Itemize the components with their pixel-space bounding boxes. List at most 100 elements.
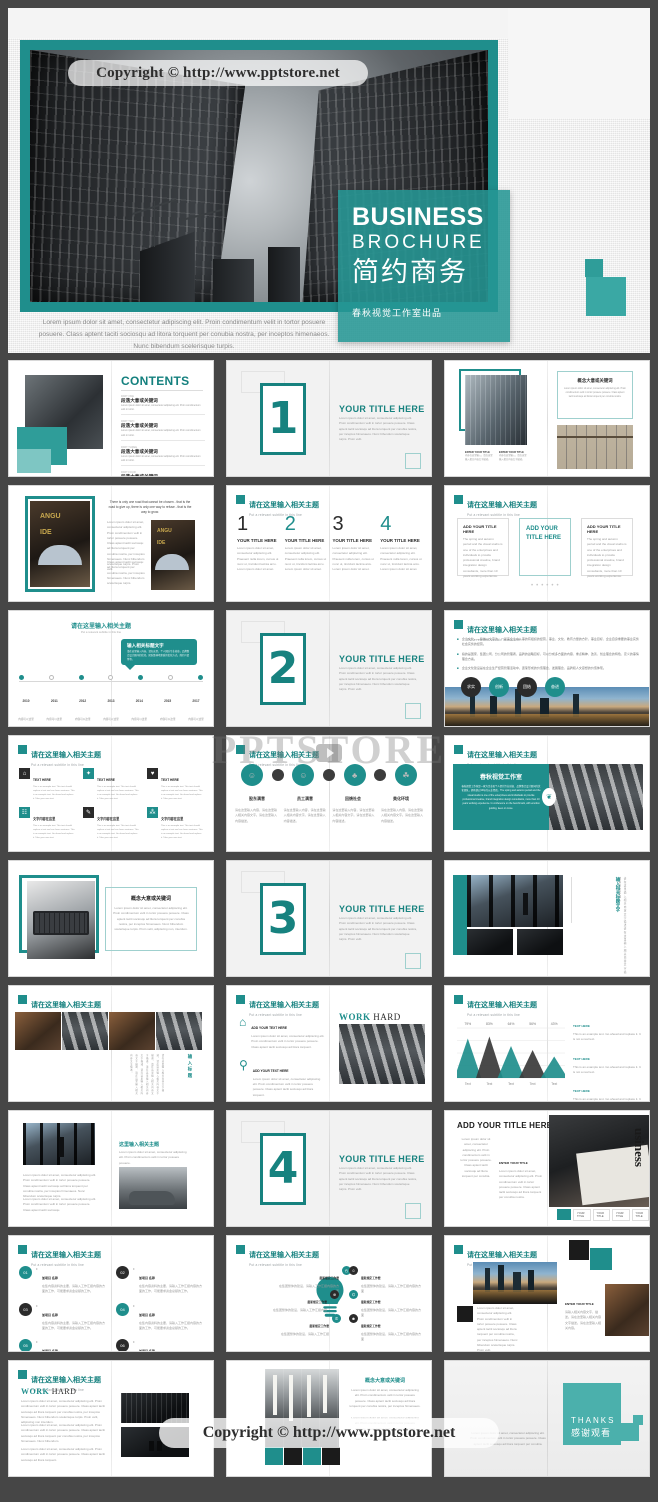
share-icon: ⁂ bbox=[147, 807, 158, 819]
thumbnail-office-photos[interactable]: 请在这里输入相关内容文字描述请在这里输入相关内容文字描述请在这里输入 输入相关标… bbox=[444, 860, 650, 977]
section-number-frame: 3 bbox=[260, 883, 306, 955]
bulb-label: 最新规定工作要 bbox=[309, 1324, 329, 1328]
hero-slide[interactable]: Copyright © http://www.pptstore.net BUSI… bbox=[8, 8, 650, 353]
tab-item[interactable]: YOUR TITLE bbox=[631, 1209, 649, 1221]
crosswalk-photo bbox=[549, 764, 643, 830]
timeline-year: 2011 bbox=[50, 699, 58, 703]
header-title: 请在这里输入相关主题 bbox=[31, 1377, 101, 1384]
meeting-photo bbox=[467, 929, 513, 955]
thumbnail-thanks[interactable]: THANKS 感谢观看 Lorem ipsum dolor sit amet, … bbox=[444, 1360, 650, 1477]
shield-icon: ♥ bbox=[147, 768, 158, 779]
cell-label: TEXT HERE bbox=[161, 778, 179, 782]
value-circle: 团结 bbox=[517, 677, 537, 697]
thumbnail-icon-list[interactable]: 请在这里输入相关主题 Put a relevant subtitle in th… bbox=[226, 985, 432, 1102]
thumbnail-quote-umbrella[interactable]: ANGU IDE There is only one road that can… bbox=[8, 485, 214, 602]
list-number: 02 bbox=[116, 1266, 129, 1279]
thumbnail-numbered-list[interactable]: 请在这里输入相关主题 Put a relevant subtitle in th… bbox=[8, 1235, 214, 1352]
bulb-node-icon: ☻ bbox=[349, 1314, 358, 1323]
award-icon: ✦ bbox=[83, 768, 94, 779]
contents-label: 段落大意或关键词 bbox=[121, 474, 158, 477]
tab-item[interactable]: YOUR TITLE bbox=[573, 1209, 591, 1221]
gear-icon: ☺ bbox=[292, 764, 315, 786]
thumbnail-timeline[interactable]: 请在这里输入相关主题 Put a relevant subtitle in th… bbox=[8, 610, 214, 727]
timeline-dot bbox=[78, 675, 84, 680]
header-title: 请在这里输入相关主题 bbox=[31, 1252, 101, 1259]
work-hard-title: WORK HARD bbox=[21, 1387, 77, 1396]
thumbnail-icon-grid[interactable]: 请在这里输入相关主题 Put a relevant subtitle in th… bbox=[8, 735, 214, 852]
cell-label: TEXT HERE bbox=[33, 778, 51, 782]
work-hard-title: WORK HARD bbox=[339, 1012, 401, 1022]
header-title: 请在这里输入相关主题 bbox=[71, 624, 132, 630]
thumbnail-contents[interactable]: CONTENTS PART ONE 段落大意或关键词 Lorem ipsum d… bbox=[8, 360, 214, 477]
section-number: 1 bbox=[267, 393, 299, 444]
laptop-photo-2 bbox=[517, 929, 563, 955]
box-title: ADD YOUR TITLE HERE bbox=[463, 524, 497, 534]
hero-watermark: Copyright © http://www.pptstore.net bbox=[68, 60, 368, 86]
office-window-photo bbox=[467, 875, 563, 927]
thumbnail-bullets-city[interactable]: 请在这里输入相关主题 Put a relevant subtitle in th… bbox=[444, 610, 650, 727]
header-title: 请在这里输入相关主题 bbox=[467, 752, 537, 759]
gear-icon: ☘ bbox=[394, 764, 417, 786]
sub-title: ENTER YOUR TITLE bbox=[499, 1161, 528, 1165]
header-square-icon bbox=[454, 495, 463, 504]
thumbnail-three-boxes[interactable]: 请在这里输入相关主题 Put a relevant subtitle in th… bbox=[444, 485, 650, 602]
thumbnail-newspaper[interactable]: ADD YOUR TITLE HERE Lorem ipsum dolor si… bbox=[444, 1110, 650, 1227]
umbrella-photo-left: ANGU IDE bbox=[30, 501, 90, 587]
decorative-square-dark-2 bbox=[457, 1306, 473, 1322]
gear-icon-small bbox=[271, 769, 284, 781]
thumbnail-keyboard[interactable]: 概念大意或关键词 Lorem ipsum dolor sit amet, con… bbox=[8, 860, 214, 977]
thumbnail-city-squares[interactable]: 请在这里输入相关主题 Put a relevant subtitle in th… bbox=[444, 1235, 650, 1352]
column-title: YOUR TITLE HERE bbox=[332, 538, 373, 543]
slide-title: ENTER YOUR TITLE bbox=[565, 1302, 594, 1306]
thumbnail-divider-2[interactable]: 2 YOUR TITLE HERE Lorem ipsum dolor sit … bbox=[226, 610, 432, 727]
header-title: 请在这里输入相关主题 bbox=[467, 627, 537, 634]
thanks-note: Lorem ipsum dolor sit amet, consectetur … bbox=[470, 1431, 546, 1446]
header-square-icon bbox=[18, 995, 27, 1004]
thumbnail-studio[interactable]: 请在这里输入相关主题 Put a relevant subtitle in th… bbox=[444, 735, 650, 852]
thumbnail-divider-3[interactable]: 3 YOUR TITLE HERE Lorem ipsum dolor sit … bbox=[226, 860, 432, 977]
timeline-year: 2013 bbox=[107, 699, 115, 703]
tab-item[interactable]: YOUR TITLE bbox=[612, 1209, 630, 1221]
thumbnail-window-car[interactable]: Lorem ipsum dolor sit amet, consectetur … bbox=[8, 1110, 214, 1227]
thumbnail-lobby[interactable]: 概念大意或关键词 Lorem ipsum dolor sit amet, con… bbox=[226, 1360, 432, 1477]
chart-category-label: Text bbox=[508, 1082, 514, 1086]
bulb-label: 最新规定工作要 bbox=[319, 1276, 339, 1280]
thumbnail-photo-strip[interactable]: 请在这里输入相关主题 Put a relevant subtitle in th… bbox=[8, 985, 214, 1102]
thumbnail-mountain-chart[interactable]: 请在这里输入相关主题 Put a relevant subtitle in th… bbox=[444, 985, 650, 1102]
thumbnail-divider-1[interactable]: 1 YOUR TITLE HERE Lorem ipsum dolor sit … bbox=[226, 360, 432, 477]
thumbnail-photo-grid-1[interactable]: ENTER YOUR TITLE 内容在这里输入。请在这里输入相关内容文字描述。… bbox=[444, 360, 650, 477]
thumbnail-four-numbers[interactable]: 请在这里输入相关主题 Put a relevant subtitle in th… bbox=[226, 485, 432, 602]
number-column: 3 YOUR TITLE HERE Lorem ipsum dolor sit … bbox=[332, 513, 374, 571]
header-square-icon bbox=[236, 745, 245, 754]
content-box: ADD YOUR TITLE HERE The spring and autum… bbox=[581, 518, 633, 578]
gear-icon: ☺ bbox=[241, 764, 263, 786]
header-square-icon bbox=[18, 1245, 27, 1254]
thumbnail-divider-4[interactable]: 4 YOUR TITLE HERE Lorem ipsum dolor sit … bbox=[226, 1110, 432, 1227]
thumbnail-work-hard-2[interactable]: 请在这里输入相关主题 Put a relevant subtitle in th… bbox=[8, 1360, 214, 1477]
thumbnail-bulb[interactable]: 请在这里输入相关主题 Put a relevant subtitle in th… bbox=[226, 1235, 432, 1352]
timeline-dot bbox=[168, 675, 174, 680]
header-title: 请在这里输入相关主题 bbox=[249, 1002, 319, 1009]
color-block bbox=[322, 1447, 340, 1465]
color-block bbox=[284, 1447, 302, 1465]
value-circle: 奋进 bbox=[545, 677, 565, 697]
decorative-square-outline bbox=[405, 703, 421, 719]
gear-label: 美化环境 bbox=[393, 796, 409, 801]
section-number: 3 bbox=[267, 893, 299, 944]
timeline-label: 内容可以这里 bbox=[131, 718, 148, 721]
chart-category-label: Text bbox=[551, 1082, 557, 1086]
tab-item[interactable]: YOUR TITLE bbox=[592, 1209, 610, 1221]
thanks-en: THANKS bbox=[571, 1416, 616, 1425]
chart-value-label: 43% bbox=[551, 1022, 558, 1026]
umbrella-photo-right: ANGU IDE bbox=[151, 520, 195, 590]
column-number: 2 bbox=[284, 513, 296, 535]
column-title: YOUR TITLE HERE bbox=[237, 538, 277, 543]
hero-title-box: BUSINESS BROCHURE 简约商务 春秋视觉工作室出品 bbox=[338, 190, 510, 342]
tab-marker bbox=[557, 1209, 571, 1220]
bulb-node-icon: ✆ bbox=[332, 1314, 341, 1323]
bulb-node-icon: ⌬ bbox=[349, 1290, 358, 1299]
color-block bbox=[265, 1447, 283, 1465]
callout-bubble: 输入相关标题文字 请在这里输入内容，请在这里，个人团队专业创意，品牌整合设计顾问… bbox=[121, 639, 197, 665]
bulb-label: 最新规定工作要 bbox=[361, 1276, 381, 1280]
decorative-square-2 bbox=[633, 1415, 643, 1425]
